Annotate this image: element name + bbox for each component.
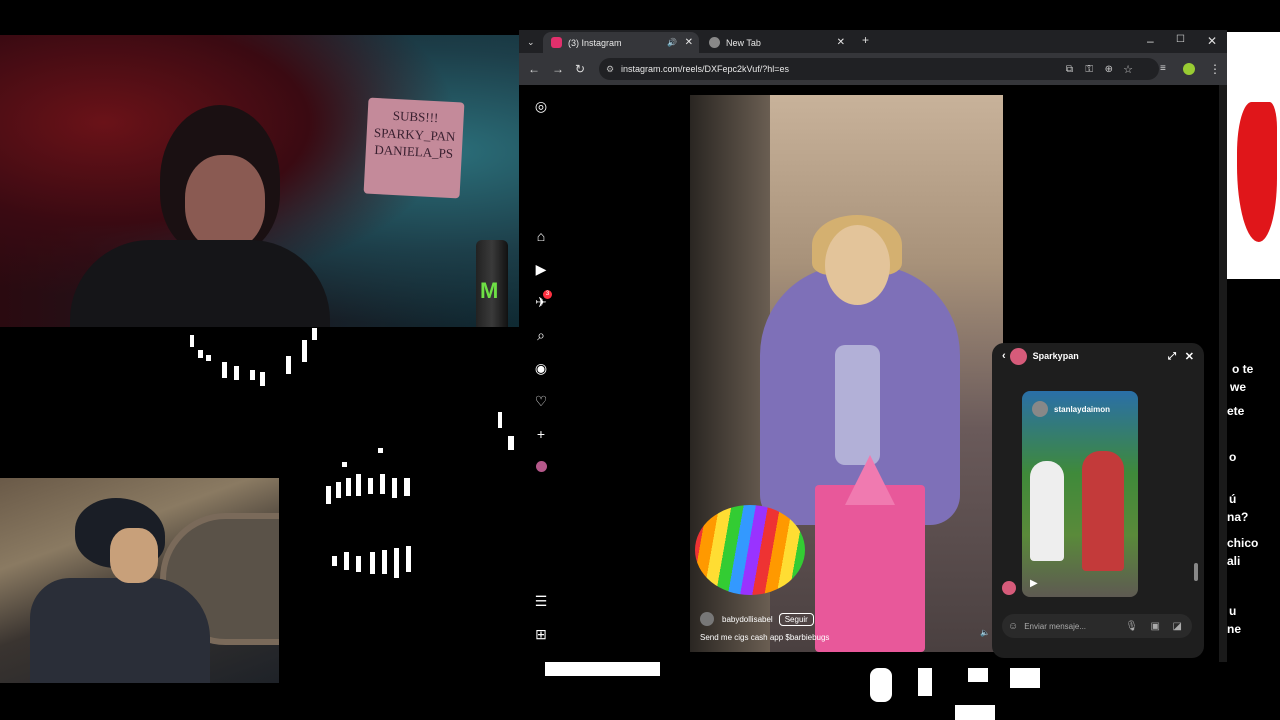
back-arrow-icon[interactable]: ← bbox=[528, 62, 540, 76]
emoji-icon[interactable]: ☺ bbox=[1008, 621, 1018, 632]
shared-author-avatar bbox=[1032, 401, 1048, 417]
profile-avatar-icon[interactable] bbox=[533, 459, 549, 475]
tab-new-tab[interactable]: New Tab ✕ bbox=[701, 32, 851, 53]
address-bar-row: ← → ↻ ⚙ instagram.com/reels/DXFepc2kVuf/… bbox=[519, 53, 1227, 85]
new-tab-button[interactable]: + bbox=[862, 33, 869, 47]
more-menu-icon[interactable]: ☰ bbox=[533, 593, 549, 609]
message-placeholder: Enviar mensaje... bbox=[1024, 621, 1087, 631]
bookmark-star-icon[interactable]: ☆ bbox=[1123, 63, 1133, 76]
side-text-line: u bbox=[1229, 604, 1237, 618]
page-scrollbar[interactable] bbox=[1219, 85, 1227, 662]
expand-icon[interactable]: ⤢ bbox=[1168, 351, 1176, 362]
chrome-favicon-icon bbox=[709, 37, 720, 48]
heart-icon[interactable]: ♡ bbox=[533, 393, 549, 409]
site-info-icon[interactable]: ⚙ bbox=[606, 64, 614, 75]
reel-play-icon: ▶ bbox=[1030, 578, 1038, 589]
tab-label: (3) Instagram bbox=[568, 37, 622, 48]
cast-icon[interactable]: ⧉ bbox=[1066, 64, 1073, 75]
menu-dots-icon[interactable]: ⋮ bbox=[1209, 62, 1221, 76]
side-text-line: ete bbox=[1227, 404, 1245, 418]
streamer-shirt bbox=[70, 240, 330, 327]
side-image bbox=[1227, 32, 1280, 279]
tab-label: New Tab bbox=[726, 37, 761, 48]
browser-window: ⌄ (3) Instagram 🔊 ✕ New Tab ✕ + – ☐ ✕ ← … bbox=[519, 30, 1227, 662]
explore-compass-icon[interactable]: ◉ bbox=[533, 360, 549, 376]
tab-close-icon[interactable]: ✕ bbox=[837, 37, 845, 48]
create-plus-icon[interactable]: + bbox=[533, 426, 549, 442]
omnibox[interactable]: ⚙ instagram.com/reels/DXFepc2kVuf/?hl=es… bbox=[599, 58, 1159, 80]
microphone-icon[interactable]: 🎙 bbox=[1125, 621, 1138, 632]
tab-search-icon[interactable]: ⌄ bbox=[527, 35, 535, 49]
reel-video[interactable]: babydollisabel Seguir Send me cigs cash … bbox=[690, 95, 1003, 652]
follow-button[interactable]: Seguir bbox=[778, 612, 814, 626]
url-text: instagram.com/reels/DXFepc2kVuf/?hl=es bbox=[621, 64, 789, 74]
messages-icon[interactable]: ✈ 3 bbox=[533, 290, 552, 310]
profile-avatar-icon[interactable] bbox=[1183, 63, 1195, 75]
side-text-line: o bbox=[1229, 450, 1237, 464]
sender-avatar bbox=[1002, 581, 1016, 595]
chat-avatar[interactable] bbox=[1009, 347, 1027, 365]
shared-reel-figure bbox=[1030, 461, 1064, 561]
chat-contact-name[interactable]: Sparkypan bbox=[1033, 351, 1079, 361]
chat-popup: ‹ Sparkypan ⤢ ✕ stanlaydaimon ▶ ☺ Enviar… bbox=[992, 343, 1204, 658]
reel-author: babydollisabel Seguir bbox=[700, 612, 814, 626]
rainbow-pillow bbox=[695, 505, 805, 595]
side-text-line: o te bbox=[1232, 362, 1254, 376]
side-text-line: chico bbox=[1227, 536, 1259, 550]
side-text-line: ali bbox=[1227, 554, 1241, 568]
reel-bottle bbox=[835, 345, 880, 465]
minimize-icon[interactable]: – bbox=[1147, 34, 1154, 48]
speaker-icon[interactable]: 🔊 bbox=[667, 38, 677, 47]
chat-header: ‹ Sparkypan ⤢ ✕ bbox=[992, 343, 1204, 369]
subs-sign: SUBS!!! SPARKY_PAN DANIELA_PS bbox=[363, 97, 465, 199]
energy-drink-can: M bbox=[476, 240, 508, 327]
tab-instagram[interactable]: (3) Instagram 🔊 ✕ bbox=[543, 32, 699, 53]
zoom-icon[interactable]: ⊕ bbox=[1105, 64, 1113, 75]
shared-reel[interactable]: stanlaydaimon ▶ bbox=[1022, 391, 1138, 597]
home-icon[interactable]: ⌂ bbox=[533, 228, 549, 244]
chat-back-icon[interactable]: ‹ bbox=[1002, 350, 1006, 362]
side-text-line: ne bbox=[1227, 622, 1242, 636]
tab-strip: ⌄ (3) Instagram 🔊 ✕ New Tab ✕ + – ☐ ✕ bbox=[519, 30, 1227, 53]
shared-reel-figure bbox=[1082, 451, 1124, 571]
instagram-favicon-icon bbox=[551, 37, 562, 48]
also-from-meta-icon[interactable]: ⊞ bbox=[533, 626, 549, 642]
can-logo: M bbox=[480, 278, 499, 303]
image-icon[interactable]: ▣ bbox=[1151, 621, 1160, 632]
notification-badge: 3 bbox=[543, 290, 552, 299]
side-text-line: we bbox=[1230, 380, 1247, 394]
sticker-icon[interactable]: ◪ bbox=[1173, 621, 1182, 632]
search-icon[interactable]: ⌕ bbox=[533, 327, 549, 343]
reload-icon[interactable]: ↻ bbox=[575, 62, 585, 76]
tab-close-icon[interactable]: ✕ bbox=[685, 37, 693, 48]
reels-icon[interactable]: ▶ bbox=[533, 261, 549, 277]
anime-clip bbox=[0, 478, 279, 683]
forward-arrow-icon[interactable]: → bbox=[552, 62, 564, 76]
password-key-icon[interactable]: ⚿ bbox=[1085, 64, 1093, 75]
reading-list-icon[interactable]: ≡ bbox=[1160, 62, 1166, 76]
chat-close-icon[interactable]: ✕ bbox=[1185, 350, 1194, 363]
shared-reel-author: stanlaydaimon bbox=[1032, 401, 1110, 417]
reel-caption: Send me cigs cash app $barbiebugs bbox=[700, 633, 830, 642]
message-input[interactable]: ☺ Enviar mensaje... 🎙 ▣ ◪ bbox=[1002, 614, 1192, 638]
red-figure bbox=[1237, 102, 1277, 242]
side-text-line: na? bbox=[1227, 510, 1249, 524]
author-username[interactable]: babydollisabel bbox=[722, 615, 773, 624]
maximize-icon[interactable]: ☐ bbox=[1176, 34, 1185, 45]
instagram-page: ◎ ⌂ ▶ ✈ 3 ⌕ ◉ ♡ + ☰ ⊞ babydollisabel Seg… bbox=[519, 85, 1219, 662]
streamer-face bbox=[185, 155, 265, 250]
sign-line: DANIELA_PS bbox=[374, 142, 454, 162]
side-text-line: ú bbox=[1229, 492, 1237, 506]
pink-castle-toy bbox=[815, 485, 925, 652]
mute-icon[interactable]: 🔈 bbox=[980, 628, 990, 637]
character-face bbox=[110, 528, 158, 583]
character-body bbox=[30, 578, 210, 683]
author-avatar[interactable] bbox=[700, 612, 714, 626]
shared-author-name: stanlaydaimon bbox=[1054, 404, 1111, 414]
chat-scrollbar[interactable] bbox=[1194, 563, 1198, 581]
webcam-feed: SUBS!!! SPARKY_PAN DANIELA_PS M bbox=[0, 35, 519, 327]
reel-person-face bbox=[825, 225, 890, 305]
window-close-icon[interactable]: ✕ bbox=[1207, 34, 1217, 48]
instagram-logo-icon[interactable]: ◎ bbox=[533, 98, 549, 114]
